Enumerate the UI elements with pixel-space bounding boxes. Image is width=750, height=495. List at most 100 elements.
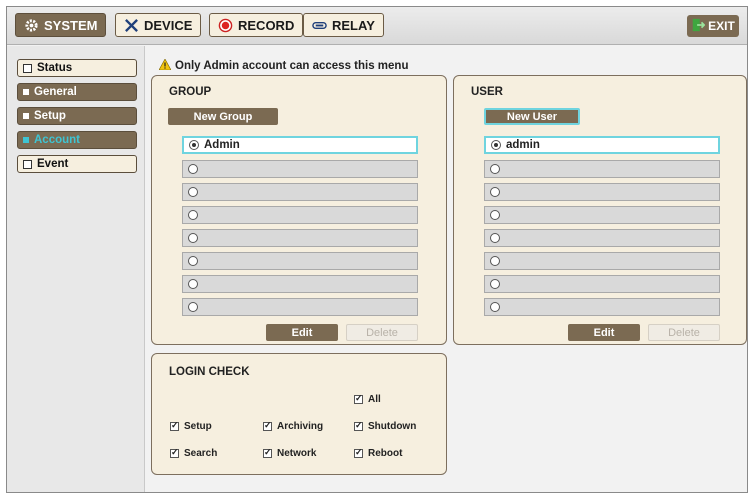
tab-system[interactable]: SYSTEM [15, 13, 107, 37]
checkbox-label: All [368, 394, 381, 405]
sidebar-item-label: Event [37, 158, 69, 170]
checkbox-icon [263, 447, 272, 458]
gear-icon [24, 18, 39, 33]
checkbox-label: Shutdown [368, 421, 417, 432]
user-row[interactable] [484, 275, 720, 293]
tab-label: SYSTEM [44, 17, 98, 33]
radio-icon [490, 279, 500, 289]
radio-icon [490, 233, 500, 243]
group-row[interactable] [182, 183, 418, 201]
user-delete-button[interactable]: Delete [648, 324, 720, 341]
sidebar-item-setup[interactable]: Setup [17, 107, 137, 125]
new-user-button[interactable]: New User [484, 108, 580, 125]
radio-icon [188, 256, 198, 266]
checkbox-icon [354, 393, 363, 404]
login-check-reboot[interactable]: Reboot [354, 447, 403, 459]
radio-icon [189, 140, 199, 150]
sidebar-item-label: Setup [34, 110, 66, 122]
user-row[interactable] [484, 206, 720, 224]
radio-icon [490, 256, 500, 266]
warning-icon [158, 58, 172, 73]
radio-icon [188, 210, 198, 220]
radio-icon [490, 164, 500, 174]
group-delete-button[interactable]: Delete [346, 324, 418, 341]
user-row[interactable] [484, 298, 720, 316]
relay-icon [312, 18, 327, 33]
user-row[interactable]: admin [484, 136, 720, 154]
tab-record[interactable]: RECORD [209, 13, 304, 37]
radio-icon [188, 187, 198, 197]
sidebar-item-label: Account [34, 134, 80, 146]
group-row-label: Admin [204, 139, 240, 151]
group-row[interactable] [182, 298, 418, 316]
exit-label: EXIT [708, 19, 735, 33]
group-row[interactable] [182, 229, 418, 247]
radio-icon [188, 279, 198, 289]
exit-icon [691, 18, 706, 35]
checkbox-icon [263, 420, 272, 431]
group-title: GROUP [169, 86, 212, 98]
user-edit-button[interactable]: Edit [568, 324, 640, 341]
checkbox-label: Setup [184, 421, 212, 432]
login-check-network[interactable]: Network [263, 447, 317, 459]
radio-icon [490, 302, 500, 312]
app-window: SYSTEM DEVICE RECORD RELAY EXIT Status G… [6, 6, 748, 493]
radio-icon [188, 302, 198, 312]
checkbox-icon [354, 447, 363, 458]
checkbox-label: Archiving [277, 421, 324, 432]
bullet-icon [23, 137, 29, 143]
exit-button[interactable]: EXIT [687, 15, 739, 37]
user-panel: USER New User admin Edit Delete [453, 75, 747, 345]
group-row[interactable] [182, 206, 418, 224]
radio-icon [188, 164, 198, 174]
checkbox-icon [23, 63, 32, 73]
login-check-shutdown[interactable]: Shutdown [354, 420, 417, 432]
sidebar-item-label: General [34, 86, 77, 98]
bullet-icon [23, 89, 29, 95]
user-row-label: admin [506, 139, 540, 151]
group-row[interactable] [182, 160, 418, 178]
notice-text: Only Admin account can access this menu [175, 60, 409, 72]
group-row[interactable] [182, 252, 418, 270]
user-row[interactable] [484, 229, 720, 247]
checkbox-icon [170, 447, 179, 458]
tab-label: DEVICE [144, 17, 193, 33]
group-row[interactable]: Admin [182, 136, 418, 154]
login-check-search[interactable]: Search [170, 447, 217, 459]
group-row[interactable] [182, 275, 418, 293]
tab-relay[interactable]: RELAY [303, 13, 384, 37]
login-check-archiving[interactable]: Archiving [263, 420, 324, 432]
checkbox-icon [354, 420, 363, 431]
top-menu-bar: SYSTEM DEVICE RECORD RELAY EXIT [7, 7, 747, 45]
sidebar-item-label: Status [37, 62, 73, 74]
sidebar-item-general[interactable]: General [17, 83, 137, 101]
radio-icon [490, 187, 500, 197]
radio-icon [490, 210, 500, 220]
sidebar-item-status[interactable]: Status [17, 59, 137, 77]
user-title: USER [471, 86, 503, 98]
group-edit-button[interactable]: Edit [266, 324, 338, 341]
admin-notice: Only Admin account can access this menu [158, 58, 409, 73]
checkbox-label: Network [277, 448, 317, 459]
group-panel: GROUP New Group Admin Edit Delete [151, 75, 447, 345]
record-icon [218, 18, 233, 33]
login-check-title: LOGIN CHECK [169, 366, 250, 378]
tab-label: RECORD [238, 17, 295, 33]
bullet-icon [23, 113, 29, 119]
new-group-button[interactable]: New Group [168, 108, 278, 125]
user-row[interactable] [484, 160, 720, 178]
checkbox-label: Reboot [368, 448, 403, 459]
checkbox-icon [23, 159, 32, 169]
user-row[interactable] [484, 252, 720, 270]
sidebar-item-event[interactable]: Event [17, 155, 137, 173]
sidebar: Status General Setup Account Event [7, 46, 145, 492]
radio-icon [188, 233, 198, 243]
login-check-setup[interactable]: Setup [170, 420, 212, 432]
tab-device[interactable]: DEVICE [115, 13, 202, 37]
sidebar-item-account[interactable]: Account [17, 131, 137, 149]
radio-icon [491, 140, 501, 150]
login-check-panel: LOGIN CHECK All Setup Archiving Shutdown… [151, 353, 447, 475]
login-check-all[interactable]: All [354, 393, 381, 405]
user-row[interactable] [484, 183, 720, 201]
tools-icon [124, 18, 139, 33]
